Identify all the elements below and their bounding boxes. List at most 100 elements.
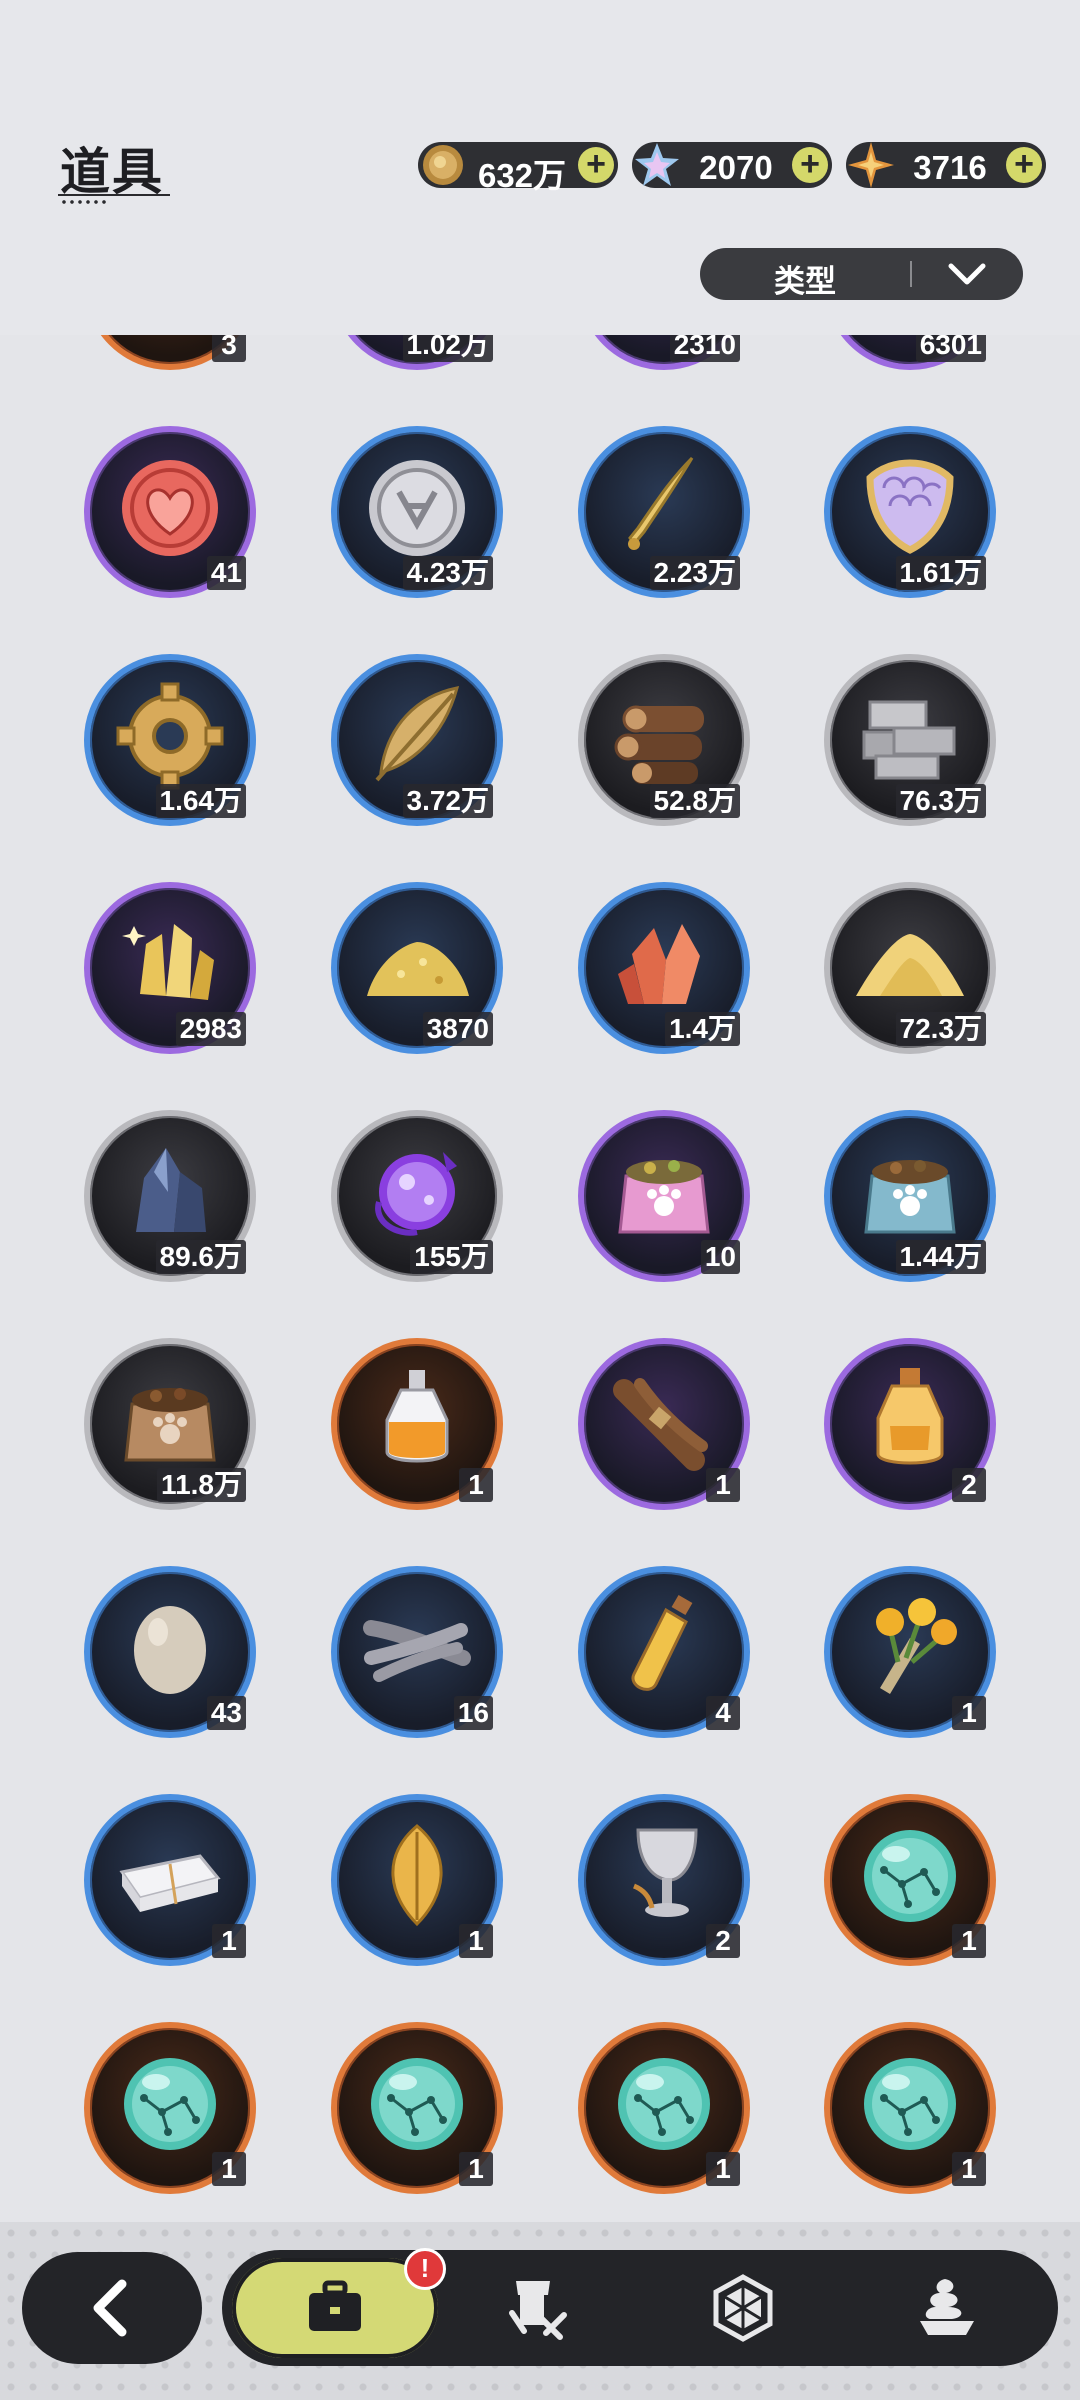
item-quantity: 41 bbox=[206, 556, 246, 590]
item-quantity: 1.61万 bbox=[895, 556, 986, 590]
filter-label: 类型 bbox=[774, 264, 836, 299]
item-quantity: 1 bbox=[952, 1924, 986, 1958]
inventory-item[interactable]: 1.64万 bbox=[84, 654, 256, 826]
vial-icon bbox=[631, 1594, 693, 1691]
back-button[interactable] bbox=[22, 2252, 202, 2364]
inventory-item[interactable]: 3870 bbox=[331, 882, 503, 1054]
inventory-item[interactable]: 4 bbox=[578, 1566, 750, 1738]
inventory-item[interactable]: 2.23万 bbox=[578, 426, 750, 598]
dessert-icon[interactable] bbox=[912, 2273, 982, 2343]
inventory-item[interactable]: 16 bbox=[331, 1566, 503, 1738]
egg-icon bbox=[134, 1606, 206, 1694]
inventory-item[interactable]: 89.6万 bbox=[84, 1110, 256, 1282]
inventory-item[interactable]: 4.23万 bbox=[331, 426, 503, 598]
currency-gold: 632万 + bbox=[418, 142, 618, 194]
item-quantity: 10 bbox=[700, 1240, 740, 1274]
currency-gold-value: 632万 bbox=[477, 157, 567, 194]
inventory-item[interactable]: 2983 bbox=[84, 882, 256, 1054]
inventory-item[interactable]: 76.3万 bbox=[824, 654, 996, 826]
inventory-item[interactable]: 1 bbox=[84, 1794, 256, 1966]
item-quantity: 1.4万 bbox=[665, 1012, 740, 1046]
item-quantity: 11.8万 bbox=[157, 1468, 246, 1502]
pink-pet-food-bag-icon bbox=[618, 1160, 710, 1234]
star-gem-icon bbox=[848, 142, 894, 188]
item-quantity: 4.23万 bbox=[402, 556, 493, 590]
golden-blade-icon bbox=[628, 456, 694, 550]
inventory-item[interactable]: 41 bbox=[84, 426, 256, 598]
folded-towel-icon bbox=[119, 1854, 221, 1912]
inventory-item[interactable]: 2 bbox=[824, 1338, 996, 1510]
filter-divider bbox=[910, 261, 912, 287]
item-quantity: 1 bbox=[459, 2152, 493, 2186]
constellation-orb-icon bbox=[864, 2058, 956, 2150]
type-filter-dropdown[interactable]: 类型 bbox=[700, 248, 1023, 300]
inventory-item[interactable]: 43 bbox=[84, 1566, 256, 1738]
title-underline bbox=[58, 194, 170, 196]
top-bar: 道具 632万 + 2070 + 3716 + 类型 bbox=[0, 0, 1080, 335]
item-quantity: 3.72万 bbox=[402, 784, 493, 818]
inventory-item[interactable]: 1.4万 bbox=[578, 882, 750, 1054]
inventory-item[interactable]: 1 bbox=[84, 2022, 256, 2194]
gold-crystals-icon bbox=[122, 924, 214, 1000]
scale-shield-icon bbox=[866, 459, 954, 554]
constellation-orb-icon bbox=[124, 2058, 216, 2150]
item-quantity: 89.6万 bbox=[155, 1240, 246, 1274]
golden-leaf-icon bbox=[391, 1824, 443, 1927]
wood-logs-icon bbox=[614, 705, 704, 784]
item-quantity: 1.64万 bbox=[155, 784, 246, 818]
stone-bricks-icon bbox=[862, 700, 956, 780]
add-crystal-button[interactable]: + bbox=[792, 147, 828, 183]
item-quantity: 16 bbox=[453, 1696, 493, 1730]
purple-orb-icon bbox=[375, 1152, 457, 1236]
inventory-item[interactable]: 1 bbox=[824, 2022, 996, 2194]
item-quantity: 1 bbox=[706, 1468, 740, 1502]
inventory-item[interactable]: 1 bbox=[331, 1338, 503, 1510]
silver-coin-icon bbox=[369, 460, 465, 556]
inventory-item[interactable]: 1.44万 bbox=[824, 1110, 996, 1282]
constellation-orb-icon bbox=[864, 1830, 956, 1922]
item-quantity: 72.3万 bbox=[895, 1012, 986, 1046]
add-star-button[interactable]: + bbox=[1006, 147, 1042, 183]
feather-icon bbox=[375, 686, 460, 782]
gear-equipment-icon[interactable] bbox=[502, 2273, 572, 2343]
back-arrow-icon bbox=[93, 2279, 127, 2337]
add-gold-button[interactable]: + bbox=[578, 147, 614, 183]
item-quantity: 3870 bbox=[422, 1012, 493, 1046]
inventory-item[interactable]: 11.8万 bbox=[84, 1338, 256, 1510]
item-quantity: 1 bbox=[212, 2152, 246, 2186]
blue-pet-food-bag-icon bbox=[864, 1160, 956, 1234]
inventory-item[interactable]: 1 bbox=[331, 2022, 503, 2194]
item-quantity: 1 bbox=[706, 2152, 740, 2186]
inventory-item[interactable]: 10 bbox=[578, 1110, 750, 1282]
item-quantity: 2 bbox=[706, 1924, 740, 1958]
inventory-item[interactable]: 1.61万 bbox=[824, 426, 996, 598]
constellation-orb-icon bbox=[618, 2058, 710, 2150]
brown-pet-food-bag-icon bbox=[124, 1388, 216, 1462]
inventory-item[interactable]: 52.8万 bbox=[578, 654, 750, 826]
inventory-item[interactable]: 1 bbox=[824, 1794, 996, 1966]
inventory-item[interactable]: 1 bbox=[331, 1794, 503, 1966]
inventory-item[interactable]: 2 bbox=[578, 1794, 750, 1966]
item-quantity: 52.8万 bbox=[649, 784, 740, 818]
item-quantity: 1 bbox=[212, 1924, 246, 1958]
inventory-item[interactable]: 1 bbox=[578, 1338, 750, 1510]
currency-crystal: 2070 + bbox=[632, 142, 832, 188]
gear-icon bbox=[116, 682, 224, 790]
amber-potion-icon bbox=[876, 1368, 944, 1465]
inventory-item[interactable]: 1 bbox=[824, 1566, 996, 1738]
inventory-item[interactable]: 1 bbox=[578, 2022, 750, 2194]
heart-coin-icon bbox=[122, 460, 218, 556]
inventory-item[interactable]: 72.3万 bbox=[824, 882, 996, 1054]
chevron-down-icon bbox=[948, 263, 986, 285]
red-crystal-icon bbox=[618, 924, 700, 1004]
silver-goblet-icon bbox=[632, 1828, 698, 1917]
notification-badge: ! bbox=[404, 2248, 446, 2290]
item-quantity: 1.44万 bbox=[895, 1240, 986, 1274]
currency-crystal-value: 2070 bbox=[699, 149, 773, 186]
inventory-item[interactable]: 3.72万 bbox=[331, 654, 503, 826]
currency-star: 3716 + bbox=[846, 142, 1046, 188]
hexagon-icon[interactable] bbox=[708, 2273, 778, 2343]
item-quantity: 4 bbox=[706, 1696, 740, 1730]
inventory-item[interactable]: 155万 bbox=[331, 1110, 503, 1282]
dark-crystal-icon bbox=[136, 1148, 206, 1232]
